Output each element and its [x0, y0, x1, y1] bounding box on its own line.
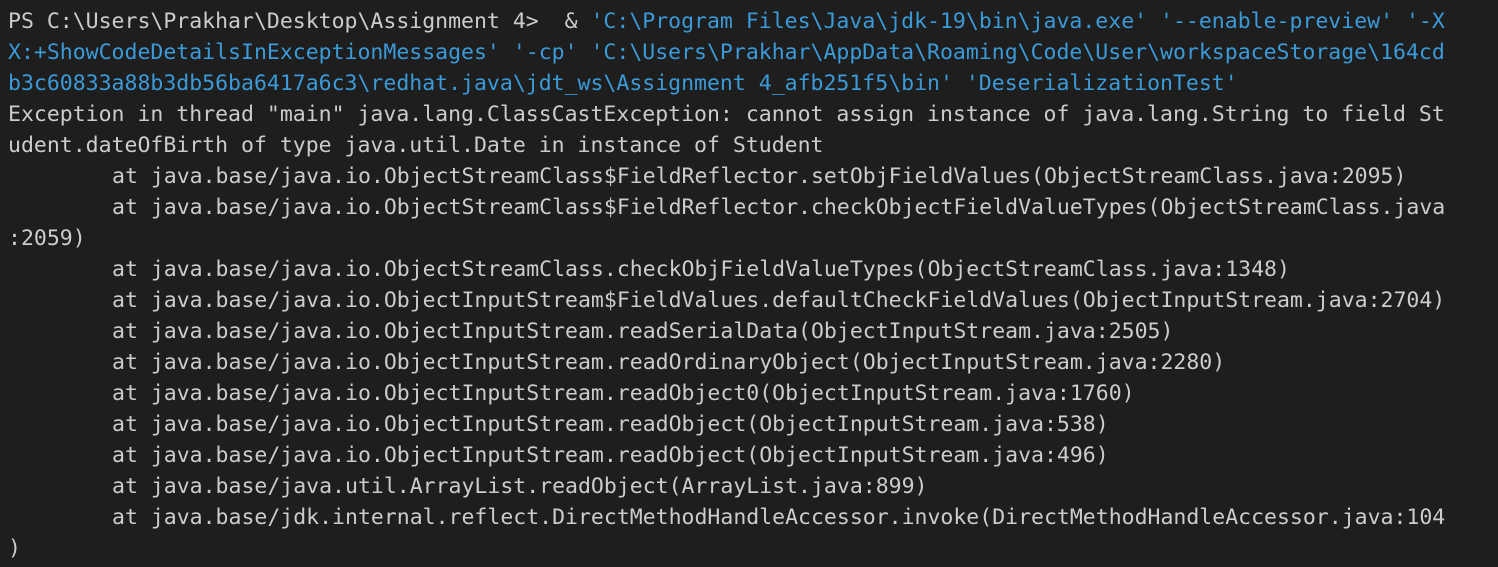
command-args: 'C:\Program Files\Java\jdk-19\bin\java.e…	[577, 9, 1445, 34]
stack-frame: at java.base/java.io.ObjectInputStream.r…	[112, 443, 1109, 468]
exception-message: Exception in thread "main" java.lang.Cla…	[8, 102, 1445, 127]
exception-message-continued: udent.dateOfBirth of type java.util.Date…	[8, 133, 824, 158]
stack-frame: at java.base/jdk.internal.reflect.Direct…	[112, 505, 1446, 530]
command-line: PS C:\Users\Prakhar\Desktop\Assignment 4…	[8, 6, 1498, 37]
prompt: PS C:\Users\Prakhar\Desktop\Assignment 4…	[8, 9, 552, 34]
stack-frame: at java.base/java.io.ObjectStreamClass$F…	[112, 164, 1407, 189]
terminal-output[interactable]: PS C:\Users\Prakhar\Desktop\Assignment 4…	[0, 0, 1498, 567]
stack-frame: at java.base/java.io.ObjectStreamClass$F…	[112, 195, 1446, 220]
call-operator: &	[551, 9, 578, 34]
stack-frame: at java.base/java.io.ObjectStreamClass.c…	[112, 257, 1290, 282]
stack-frame: at java.base/java.io.ObjectInputStream.r…	[112, 350, 1226, 375]
stack-frame: at java.base/java.io.ObjectInputStream.r…	[112, 412, 1109, 437]
stack-frame: at java.base/java.io.ObjectInputStream$F…	[112, 288, 1446, 313]
stack-frame: at java.base/java.io.ObjectInputStream.r…	[112, 381, 1135, 406]
stack-frame-wrap: )	[8, 536, 21, 561]
stack-frame: at java.base/java.io.ObjectInputStream.r…	[112, 319, 1174, 344]
stack-frame-wrap: :2059)	[8, 226, 86, 251]
stack-frame: at java.base/java.util.ArrayList.readObj…	[112, 474, 928, 499]
command-args-continued: X:+ShowCodeDetailsInExceptionMessages' '…	[8, 40, 1445, 65]
command-args-continued: b3c60833a88b3db56ba6417a6c3\redhat.java\…	[8, 71, 1238, 96]
